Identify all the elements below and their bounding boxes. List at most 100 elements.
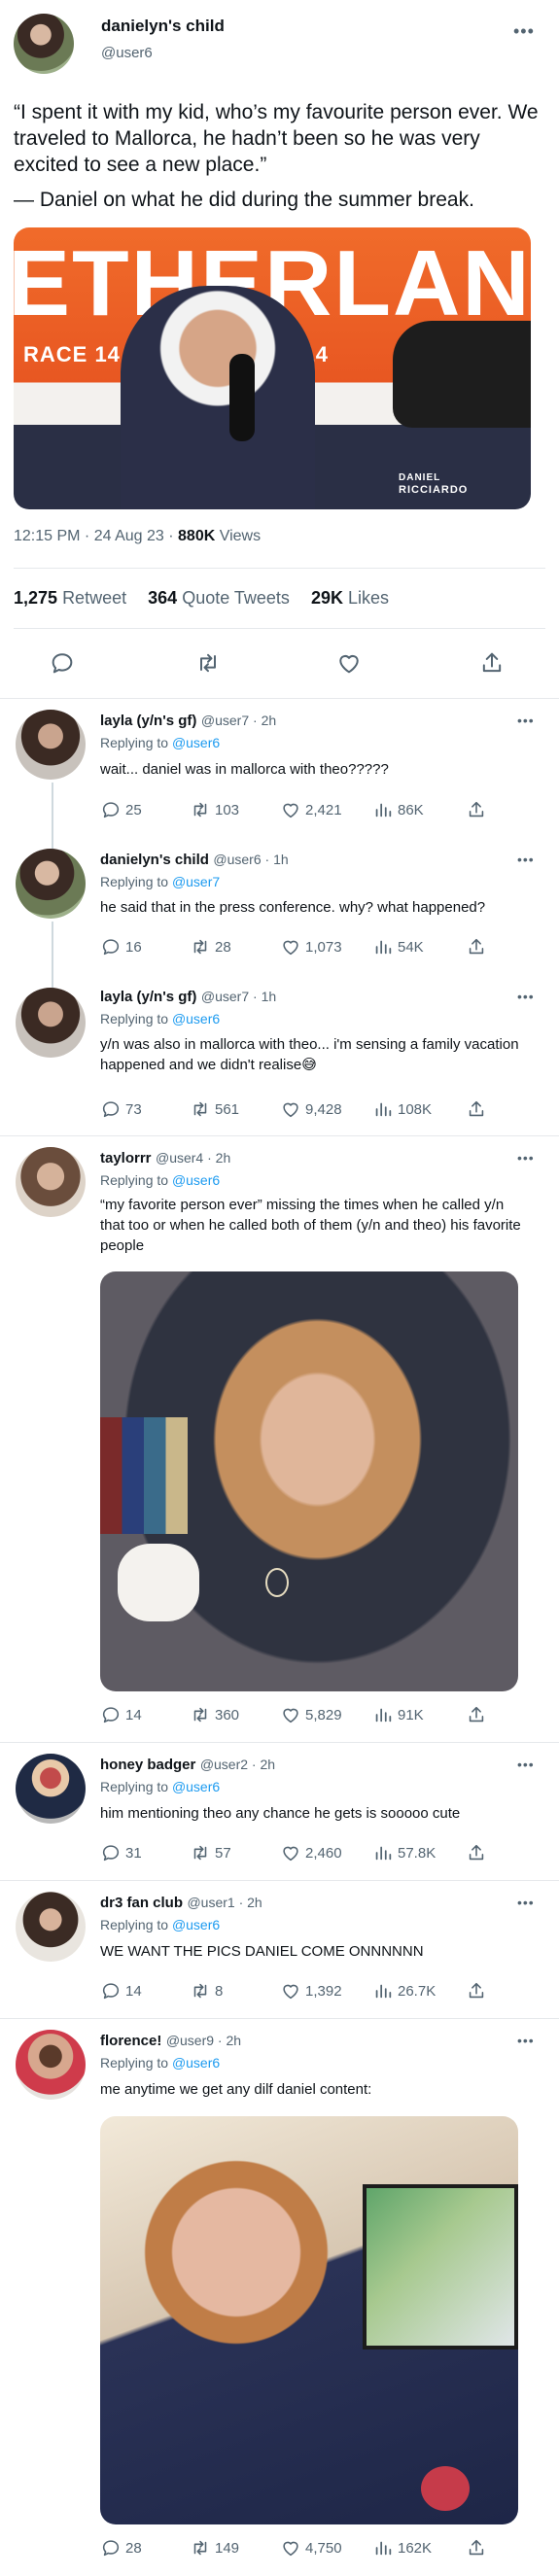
retweet-button[interactable]: 8 xyxy=(190,1980,223,2002)
like-button[interactable]: 1,073 xyxy=(280,936,342,957)
retweet-button[interactable]: 28 xyxy=(190,936,231,957)
share-icon[interactable] xyxy=(478,649,506,677)
heart-icon xyxy=(280,2537,301,2559)
share-button[interactable] xyxy=(466,1098,487,1120)
views-button[interactable]: 108K xyxy=(372,1098,432,1120)
tweet-text-paragraph-1: “I spent it with my kid, who’s my favour… xyxy=(14,101,539,176)
author-handle[interactable]: @user6 xyxy=(101,45,153,61)
reply-author-handle[interactable]: @user7 · 1h xyxy=(201,989,276,1004)
reply-author-handle[interactable]: @user7 · 2h xyxy=(201,713,276,728)
reply-author-handle[interactable]: @user9 · 2h xyxy=(166,2033,241,2048)
reply-avatar[interactable] xyxy=(16,988,86,1058)
quotes-count[interactable]: 364 xyxy=(148,588,177,608)
replying-to-handle[interactable]: @user6 xyxy=(172,735,220,750)
more-icon[interactable]: ••• xyxy=(517,852,535,867)
retweet-button[interactable]: 57 xyxy=(190,1842,231,1863)
retweet-button[interactable]: 561 xyxy=(190,1098,239,1120)
reply-author-handle[interactable]: @user4 · 2h xyxy=(156,1150,230,1166)
reply-author-name[interactable]: dr3 fan club xyxy=(100,1895,183,1911)
tweet-time[interactable]: 12:15 PM · 24 Aug 23 xyxy=(14,528,164,544)
more-icon[interactable]: ••• xyxy=(517,989,535,1004)
reply-author-handle[interactable]: @user2 · 2h xyxy=(200,1757,275,1772)
more-icon[interactable]: ••• xyxy=(517,1895,535,1910)
reply-author-name[interactable]: layla (y/n's gf) xyxy=(100,713,196,729)
reply-button[interactable]: 31 xyxy=(100,1842,142,1863)
reply-icon xyxy=(100,1098,122,1120)
replying-to: Replying to @user6 xyxy=(100,1172,221,1188)
reply-button[interactable]: 28 xyxy=(100,2537,142,2559)
like-button[interactable]: 9,428 xyxy=(280,1098,342,1120)
reply-actions: 16 28 1,073 54K xyxy=(100,936,508,959)
retweet-icon xyxy=(190,1098,211,1120)
share-button[interactable] xyxy=(466,1980,487,2002)
more-icon[interactable]: ••• xyxy=(517,1757,535,1772)
retweet-button[interactable]: 149 xyxy=(190,2537,239,2559)
replying-to-handle[interactable]: @user7 xyxy=(172,874,220,889)
reply-author-name[interactable]: honey badger xyxy=(100,1757,195,1773)
reply-image[interactable] xyxy=(100,1271,518,1691)
retweet-icon[interactable] xyxy=(194,649,222,677)
reply-author-handle[interactable]: @user6 · 1h xyxy=(213,852,288,867)
reply-author-name[interactable]: layla (y/n's gf) xyxy=(100,989,196,1005)
views-button[interactable]: 54K xyxy=(372,936,424,957)
views-button[interactable]: 57.8K xyxy=(372,1842,436,1863)
views-button[interactable]: 86K xyxy=(372,799,424,820)
reply-avatar[interactable] xyxy=(16,2030,86,2100)
share-button[interactable] xyxy=(466,1704,487,1725)
reply-button[interactable]: 16 xyxy=(100,936,142,957)
replying-to-handle[interactable]: @user6 xyxy=(172,1917,220,1932)
reply-button[interactable]: 73 xyxy=(100,1098,142,1120)
more-icon[interactable]: ••• xyxy=(517,713,535,728)
reply-button[interactable]: 25 xyxy=(100,799,142,820)
reply-avatar[interactable] xyxy=(16,710,86,780)
reply-button[interactable]: 14 xyxy=(100,1704,142,1725)
like-button[interactable]: 4,750 xyxy=(280,2537,342,2559)
more-icon[interactable]: ••• xyxy=(513,21,535,42)
replying-to: Replying to @user7 xyxy=(100,874,221,889)
divider xyxy=(0,1135,559,1136)
heart-icon xyxy=(280,1980,301,2002)
like-button[interactable]: 1,392 xyxy=(280,1980,342,2002)
retweet-button[interactable]: 103 xyxy=(190,799,239,820)
heart-icon xyxy=(280,936,301,957)
more-icon[interactable]: ••• xyxy=(517,1150,535,1166)
like-button[interactable]: 5,829 xyxy=(280,1704,342,1725)
like-button[interactable]: 2,460 xyxy=(280,1842,342,1863)
retweets-label[interactable]: Retweet xyxy=(62,588,126,608)
like-button[interactable]: 2,421 xyxy=(280,799,342,820)
reply-author-handle[interactable]: @user1 · 2h xyxy=(187,1895,262,1910)
reply-avatar[interactable] xyxy=(16,1892,86,1962)
retweet-button[interactable]: 360 xyxy=(190,1704,239,1725)
views-button[interactable]: 91K xyxy=(372,1704,424,1725)
views-button[interactable]: 26.7K xyxy=(372,1980,436,2002)
reply-avatar[interactable] xyxy=(16,1147,86,1217)
more-icon[interactable]: ••• xyxy=(517,2033,535,2048)
likes-count[interactable]: 29K xyxy=(311,588,343,608)
heart-icon[interactable] xyxy=(335,649,363,677)
share-button[interactable] xyxy=(466,799,487,820)
reply-author-name[interactable]: danielyn's child xyxy=(100,852,209,868)
views-button[interactable]: 162K xyxy=(372,2537,432,2559)
share-button[interactable] xyxy=(466,936,487,957)
tweet-image[interactable]: ETHERLANDS RACE 14 RACE 14 RACE 14 DANIE… xyxy=(14,227,531,509)
reply-avatar[interactable] xyxy=(16,849,86,919)
share-button[interactable] xyxy=(466,1842,487,1863)
divider xyxy=(0,698,559,699)
reply-icon[interactable] xyxy=(49,649,76,677)
replying-to-handle[interactable]: @user6 xyxy=(172,1172,220,1188)
author-name[interactable]: danielyn's child xyxy=(101,17,225,36)
replying-to-handle[interactable]: @user6 xyxy=(172,1779,220,1794)
likes-label[interactable]: Likes xyxy=(348,588,389,608)
share-button[interactable] xyxy=(466,2537,487,2559)
author-avatar[interactable] xyxy=(14,14,74,74)
replying-to-handle[interactable]: @user6 xyxy=(172,2055,220,2071)
reply-author-name[interactable]: florence! xyxy=(100,2033,161,2049)
quotes-label[interactable]: Quote Tweets xyxy=(182,588,290,608)
reply-author-name[interactable]: taylorrr xyxy=(100,1150,152,1166)
reply-button[interactable]: 14 xyxy=(100,1980,142,2002)
reply-image[interactable] xyxy=(100,2116,518,2524)
reply-text: he said that in the press conference. wh… xyxy=(100,899,486,916)
replying-to-handle[interactable]: @user6 xyxy=(172,1011,220,1027)
retweets-count[interactable]: 1,275 xyxy=(14,588,57,608)
reply-avatar[interactable] xyxy=(16,1754,86,1824)
